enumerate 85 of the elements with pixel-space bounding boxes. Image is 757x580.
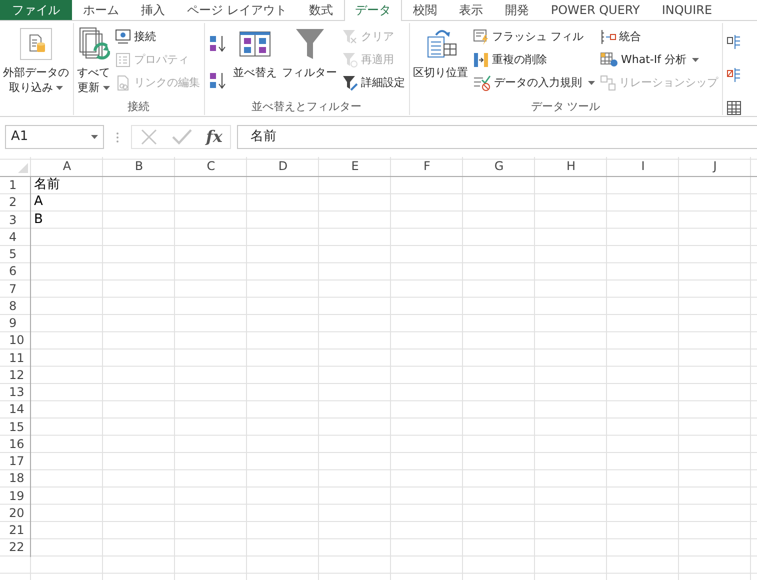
check-icon <box>172 129 192 145</box>
close-icon <box>140 128 158 146</box>
refresh-pages-icon <box>78 26 110 62</box>
filter-icon <box>294 28 324 60</box>
ribbon-button[interactable]: 外部データの 取り込み <box>2 26 70 96</box>
row-header[interactable]: 8 <box>0 298 31 315</box>
column-header[interactable]: C <box>175 157 247 177</box>
row-header[interactable]: 10 <box>0 332 31 350</box>
ribbon-button[interactable]: データの入力規則 <box>472 72 596 94</box>
ribbon-button[interactable]: 詳細設定 <box>341 72 406 94</box>
row-header[interactable]: 20 <box>0 504 31 522</box>
row-header[interactable]: 9 <box>0 315 31 332</box>
ribbon-button[interactable]: すべて 更新 <box>76 26 111 96</box>
link-document-icon <box>115 75 131 91</box>
row-header[interactable]: 14 <box>0 401 31 418</box>
what-if-icon <box>600 52 618 68</box>
row-header[interactable]: 4 <box>0 228 31 246</box>
grid-icon <box>726 100 742 116</box>
row-header[interactable]: 12 <box>0 366 31 384</box>
validation-icon <box>473 75 491 91</box>
row-header[interactable]: 11 <box>0 350 31 367</box>
list-icon <box>115 52 131 68</box>
formula-field[interactable]: 名前 <box>237 125 757 149</box>
remove-duplicates-icon <box>473 52 489 68</box>
row-header[interactable]: 3 <box>0 212 31 229</box>
funnel-pen-icon <box>342 75 358 91</box>
row-header[interactable]: 19 <box>0 488 31 505</box>
monitor-icon <box>115 29 131 45</box>
ribbon-button[interactable]: フラッシュ フィル <box>472 26 596 48</box>
column-header[interactable]: E <box>319 157 391 177</box>
outline-icon <box>726 67 742 83</box>
row-header[interactable]: 22 <box>0 539 31 556</box>
table-cell: B <box>34 212 43 226</box>
group-label: 並べ替えとフィルター <box>252 100 362 113</box>
name-box[interactable]: A1 <box>5 125 104 149</box>
grip-icon <box>116 132 119 142</box>
ribbon-button[interactable]: 区切り位置 <box>412 26 469 96</box>
row-header[interactable]: 1 <box>0 177 31 194</box>
column-header[interactable]: B <box>103 157 175 177</box>
sort-descending-icon <box>208 71 228 91</box>
row-header[interactable]: 18 <box>0 470 31 488</box>
column-header[interactable]: J <box>679 157 751 177</box>
row-header[interactable]: 6 <box>0 263 31 280</box>
row-header[interactable]: 2 <box>0 194 31 212</box>
ribbon-button[interactable]: 統合 <box>599 26 719 48</box>
sort-grid-icon <box>239 30 271 58</box>
column-header[interactable]: I <box>607 157 679 177</box>
ribbon-button[interactable]: 接続 <box>114 26 201 48</box>
column-header[interactable]: H <box>535 157 607 177</box>
row-header[interactable]: 21 <box>0 522 31 540</box>
caret-icon <box>91 135 98 139</box>
row-header[interactable]: 5 <box>0 246 31 264</box>
row-header[interactable]: 17 <box>0 453 31 470</box>
ribbon-button[interactable]: フィルター <box>281 26 338 96</box>
ribbon-button[interactable]: What-If 分析 <box>599 49 719 71</box>
caret-icon <box>102 86 110 90</box>
caret-icon <box>692 58 700 62</box>
flash-fill-icon <box>473 29 489 45</box>
table-cell: A <box>34 194 43 210</box>
row-header[interactable]: 13 <box>0 384 31 402</box>
column-header[interactable]: A <box>31 157 103 177</box>
database-document-icon <box>20 28 52 60</box>
select-all-icon <box>18 163 28 173</box>
ribbon-button[interactable]: 重複の削除 <box>472 49 596 71</box>
group-label: データ ツール <box>530 100 600 113</box>
sort-ascending-icon <box>208 34 228 54</box>
caret-icon <box>588 81 595 85</box>
ribbon-button[interactable]: 並べ替え <box>232 26 278 96</box>
outline-icon <box>726 34 742 50</box>
funnel-refresh-icon <box>342 52 358 68</box>
column-header[interactable]: D <box>247 157 319 177</box>
consolidate-icon <box>600 29 616 45</box>
insert-function-button[interactable]: fx <box>206 125 222 149</box>
funnel-clear-icon <box>342 29 358 45</box>
table-cell: 名前 <box>34 177 60 192</box>
row-header[interactable]: 15 <box>0 418 31 436</box>
ribbon-tab[interactable]: データ <box>344 0 402 21</box>
group-label: 接続 <box>128 100 150 113</box>
column-header[interactable]: G <box>463 157 535 177</box>
row-header[interactable]: 16 <box>0 436 31 453</box>
column-header[interactable]: F <box>391 157 463 177</box>
row-header[interactable]: 7 <box>0 280 31 298</box>
relationships-icon <box>600 75 616 91</box>
caret-icon <box>56 86 63 90</box>
file-tab[interactable]: ファイル <box>0 0 72 20</box>
